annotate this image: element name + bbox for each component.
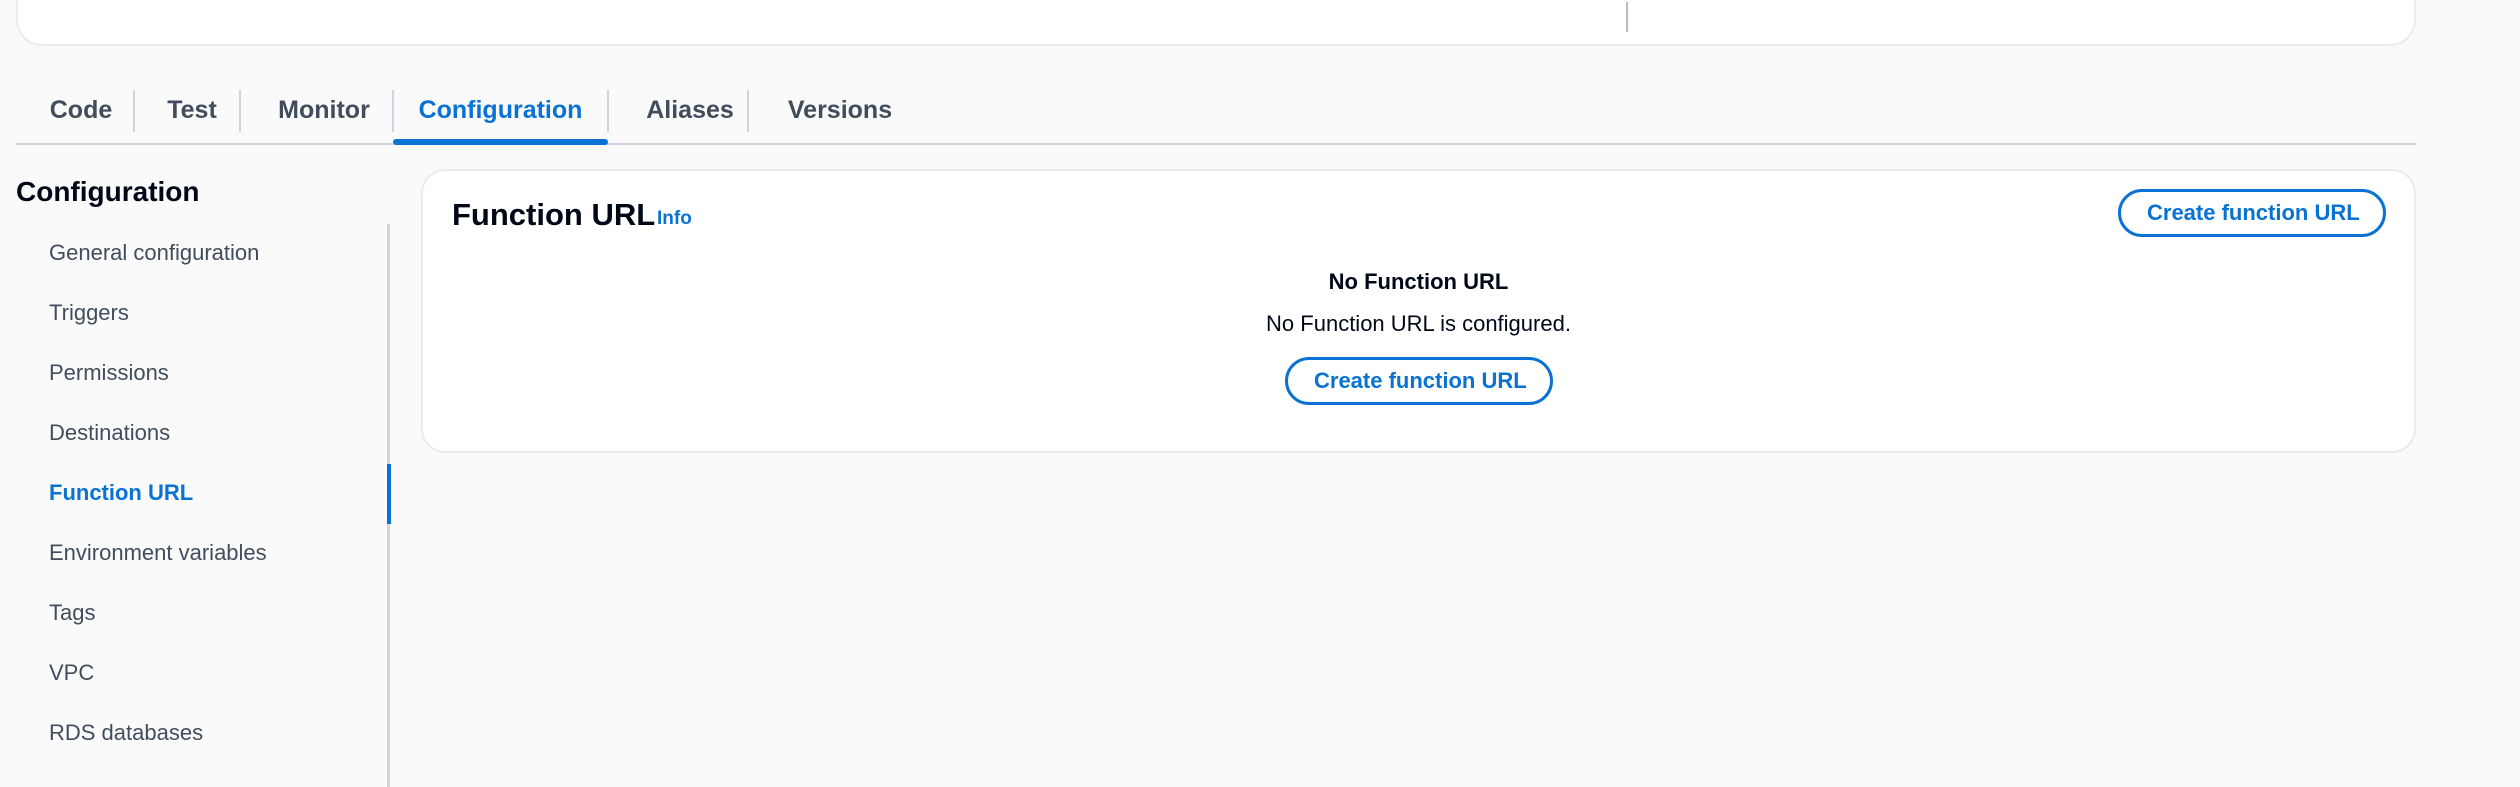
sidebar-item-destinations[interactable]: Destinations <box>49 420 170 446</box>
empty-state-title: No Function URL <box>1328 269 1509 294</box>
active-tab-indicator <box>393 139 608 145</box>
info-link[interactable]: Info <box>657 208 692 230</box>
sidebar-title: Configuration <box>16 176 200 207</box>
empty-state-description: No Function URL is configured. <box>1266 311 1571 336</box>
sidebar-active-indicator <box>387 464 391 524</box>
tab-test[interactable]: Test <box>161 80 223 143</box>
sidebar-item-vpc[interactable]: VPC <box>49 660 94 686</box>
tab-label: Test <box>167 96 217 124</box>
tab-label: Aliases <box>646 96 734 124</box>
overview-card <box>16 0 2416 46</box>
panel-title: Function URL <box>452 197 656 232</box>
tab-label: Code <box>49 96 113 124</box>
tab-separator <box>133 90 135 132</box>
overview-divider <box>1626 2 1628 32</box>
sidebar-item-function-url[interactable]: Function URL <box>49 480 193 506</box>
tab-versions[interactable]: Versions <box>775 80 905 143</box>
tab-monitor[interactable]: Monitor <box>266 80 382 143</box>
tab-label: Monitor <box>278 96 370 124</box>
tab-code[interactable]: Code <box>46 80 116 143</box>
tab-separator <box>607 90 609 132</box>
sidebar-item-permissions[interactable]: Permissions <box>49 360 169 386</box>
function-url-panel: Function URL Info Create function URL No… <box>421 169 2416 453</box>
tab-bar: Code Test Monitor Configuration Aliases … <box>16 80 2416 145</box>
sidebar-item-environment-variables[interactable]: Environment variables <box>49 540 267 566</box>
create-function-url-button[interactable]: Create function URL <box>2118 189 2386 237</box>
tab-configuration[interactable]: Configuration <box>393 80 608 145</box>
sidebar-item-rds-databases[interactable]: RDS databases <box>49 720 203 746</box>
tab-label: Configuration <box>418 96 583 124</box>
tab-aliases[interactable]: Aliases <box>635 80 745 143</box>
tab-separator <box>239 90 241 132</box>
sidebar-item-tags[interactable]: Tags <box>49 600 95 626</box>
tab-separator <box>747 90 749 132</box>
empty-state-create-button[interactable]: Create function URL <box>1285 357 1553 405</box>
tab-label: Versions <box>787 96 893 124</box>
sidebar-item-triggers[interactable]: Triggers <box>49 300 129 326</box>
sidebar-item-general-configuration[interactable]: General configuration <box>49 240 259 266</box>
